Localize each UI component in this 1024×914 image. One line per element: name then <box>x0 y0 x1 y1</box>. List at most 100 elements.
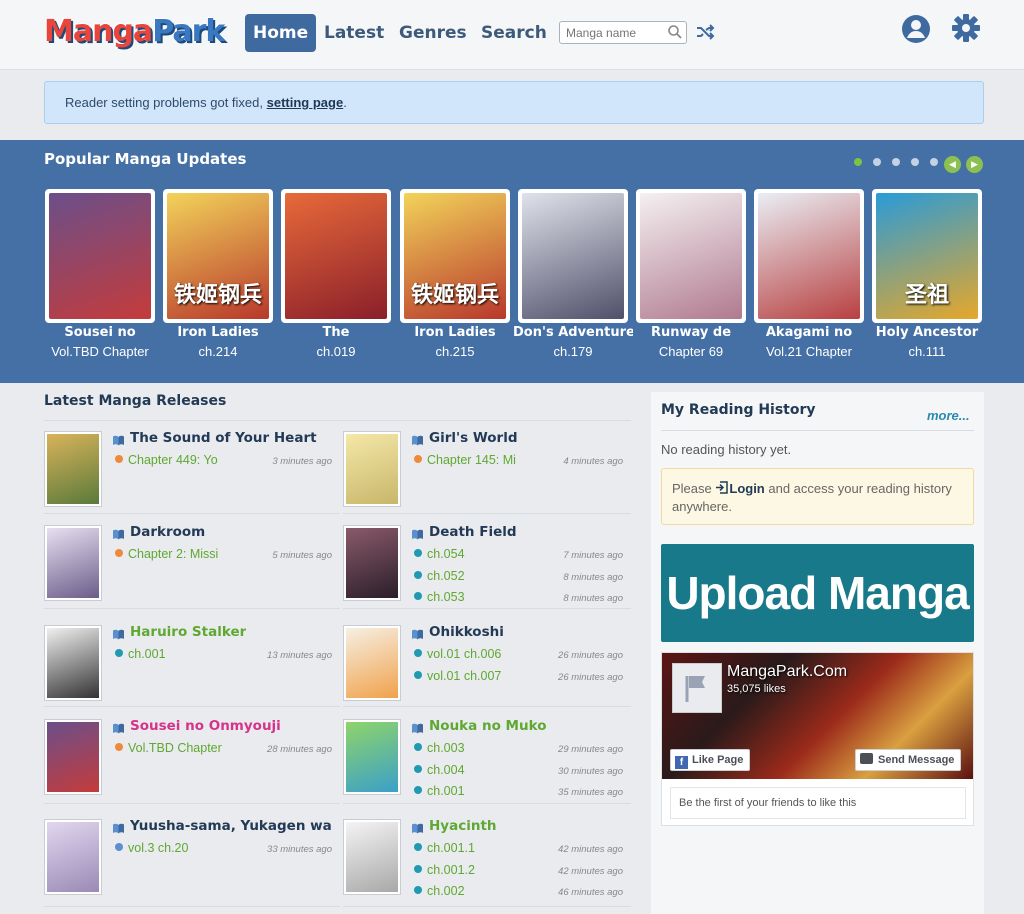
manga-cover-image[interactable] <box>285 193 387 319</box>
popular-manga-title[interactable]: Don's Adventure <box>513 325 633 340</box>
nav-latest[interactable]: Latest <box>324 14 384 52</box>
user-account-icon[interactable] <box>900 13 932 45</box>
popular-manga-card[interactable] <box>281 189 391 323</box>
popular-manga-title[interactable]: The <box>276 325 396 340</box>
facebook-send-message-button[interactable]: Send Message <box>855 749 962 771</box>
popular-manga-title[interactable]: Holy Ancestor <box>867 325 987 340</box>
release-time: 7 minutes ago <box>563 550 623 561</box>
popular-manga-title[interactable]: Runway de <box>631 325 751 340</box>
chapter-link[interactable]: ch.054 <box>414 547 465 561</box>
manga-thumbnail[interactable] <box>44 625 102 701</box>
manga-title-link[interactable]: Hyacinth <box>429 818 497 834</box>
chapter-link[interactable]: Chapter 449: Yo <box>115 453 218 467</box>
popular-manga-chapter[interactable]: Vol.21 Chapter <box>749 344 869 359</box>
popular-manga-chapter[interactable]: ch.111 <box>867 344 987 359</box>
popular-manga-card[interactable]: 圣祖 <box>872 189 982 323</box>
carousel-dot[interactable] <box>911 158 919 166</box>
chapter-link[interactable]: Chapter 145: Mi <box>414 453 516 467</box>
popular-manga-title[interactable]: Iron Ladies <box>395 325 515 340</box>
setting-page-link[interactable]: setting page <box>267 95 344 110</box>
manga-title-link[interactable]: Girl's World <box>429 430 518 446</box>
facebook-page-avatar[interactable] <box>672 663 722 713</box>
popular-manga-chapter[interactable]: ch.179 <box>513 344 633 359</box>
chapter-link[interactable]: ch.001.1 <box>414 841 475 855</box>
chapter-link[interactable]: ch.004 <box>414 763 465 777</box>
manga-title-link[interactable]: Darkroom <box>130 524 205 540</box>
manga-cover-image[interactable] <box>758 193 860 319</box>
chapter-link[interactable]: ch.001 <box>414 784 465 798</box>
manga-cover-image[interactable] <box>640 193 742 319</box>
manga-thumbnail[interactable] <box>343 525 401 601</box>
popular-manga-chapter[interactable]: ch.214 <box>158 344 278 359</box>
upload-manga-banner[interactable]: Upload Manga <box>661 544 974 642</box>
manga-thumbnail[interactable] <box>44 431 102 507</box>
chapter-link[interactable]: ch.052 <box>414 569 465 583</box>
manga-cover-image <box>346 434 398 504</box>
settings-gear-icon[interactable] <box>950 12 982 44</box>
chapter-bullet <box>414 455 422 463</box>
chapter-link[interactable]: Chapter 2: Missi <box>115 547 218 561</box>
facebook-page-name[interactable]: MangaPark.Com <box>727 663 847 681</box>
manga-title-link[interactable]: Haruiro Stalker <box>130 624 246 640</box>
manga-cover-image[interactable]: 圣祖 <box>876 193 978 319</box>
popular-manga-card[interactable] <box>636 189 746 323</box>
popular-manga-card[interactable] <box>45 189 155 323</box>
manga-thumbnail[interactable] <box>44 819 102 895</box>
popular-manga-card[interactable]: 铁姬钢兵 <box>400 189 510 323</box>
popular-manga-card[interactable] <box>754 189 864 323</box>
manga-title-link[interactable]: Nouka no Muko <box>429 718 547 734</box>
carousel-next-icon[interactable]: ▶ <box>966 156 983 173</box>
mangapark-logo[interactable]: MangaPark <box>44 14 225 49</box>
carousel-prev-icon[interactable]: ◀ <box>944 156 961 173</box>
chapter-link[interactable]: ch.001.2 <box>414 863 475 877</box>
popular-manga-title[interactable]: Akagami no <box>749 325 869 340</box>
popular-manga-title[interactable]: Iron Ladies <box>158 325 278 340</box>
chapter-link[interactable]: ch.002 <box>414 884 465 898</box>
search-icon[interactable] <box>667 24 683 40</box>
manga-cover-image[interactable]: 铁姬钢兵 <box>167 193 269 319</box>
chapter-link[interactable]: vol.01 ch.007 <box>414 669 501 683</box>
manga-cover-image[interactable] <box>522 193 624 319</box>
nav-home[interactable]: Home <box>245 14 317 52</box>
manga-cover-image[interactable] <box>49 193 151 319</box>
popular-manga-title[interactable]: Sousei no <box>40 325 160 340</box>
popular-manga-chapter[interactable]: ch.215 <box>395 344 515 359</box>
popular-manga-card[interactable]: 铁姬钢兵 <box>163 189 273 323</box>
chapter-link[interactable]: ch.001 <box>115 647 166 661</box>
shuffle-icon[interactable] <box>695 22 715 42</box>
popular-manga-chapter[interactable]: Chapter 69 <box>631 344 751 359</box>
manga-thumbnail[interactable] <box>343 431 401 507</box>
chapter-link[interactable]: ch.003 <box>414 741 465 755</box>
chapter-link[interactable]: ch.053 <box>414 590 465 604</box>
carousel-dot[interactable] <box>854 158 862 166</box>
nav-genres[interactable]: Genres <box>399 14 467 52</box>
popular-manga-chapter[interactable]: ch.019 <box>276 344 396 359</box>
manga-title-link[interactable]: Death Field <box>429 524 517 540</box>
like-page-label: Like Page <box>692 754 744 766</box>
manga-title-link[interactable]: Sousei no Onmyouji <box>130 718 281 734</box>
release-time: 3 minutes ago <box>272 456 332 467</box>
manga-cover-image[interactable]: 铁姬钢兵 <box>404 193 506 319</box>
notice-banner: Reader setting problems got fixed, setti… <box>44 81 984 124</box>
popular-manga-chapter[interactable]: Vol.TBD Chapter <box>40 344 160 359</box>
nav-search[interactable]: Search <box>481 14 547 52</box>
manga-title-link[interactable]: Yuusha-sama, Yukagen wa <box>130 818 332 834</box>
manga-thumbnail[interactable] <box>343 625 401 701</box>
popular-manga-card[interactable] <box>518 189 628 323</box>
carousel-dot[interactable] <box>892 158 900 166</box>
carousel-dot[interactable] <box>930 158 938 166</box>
manga-thumbnail[interactable] <box>44 525 102 601</box>
manga-title-link[interactable]: The Sound of Your Heart <box>130 430 317 446</box>
manga-thumbnail[interactable] <box>343 819 401 895</box>
login-link[interactable]: Login <box>729 481 764 496</box>
facebook-page-widget: MangaPark.Com 35,075 likes f Like Page Se… <box>661 652 974 826</box>
facebook-like-page-button[interactable]: f Like Page <box>670 749 751 771</box>
manga-title-link[interactable]: Ohikkoshi <box>429 624 504 640</box>
manga-thumbnail[interactable] <box>44 719 102 795</box>
chapter-link[interactable]: vol.3 ch.20 <box>115 841 188 855</box>
chapter-link[interactable]: Vol.TBD Chapter <box>115 741 222 755</box>
reading-history-more-link[interactable]: more... <box>927 408 970 423</box>
manga-thumbnail[interactable] <box>343 719 401 795</box>
chapter-link[interactable]: vol.01 ch.006 <box>414 647 501 661</box>
carousel-dot[interactable] <box>873 158 881 166</box>
